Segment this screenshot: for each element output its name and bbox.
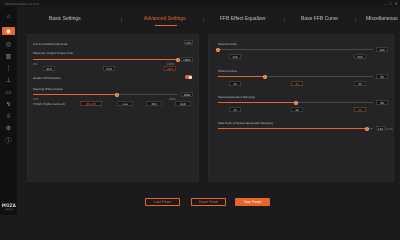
tab-separator [284, 17, 285, 22]
natural-inertia-label: Natural Inertia [218, 42, 237, 46]
speed-damping-start-unit: km/h [386, 127, 393, 131]
left-settings-panel: Force Feedback Reversal OFF Maximum Outp… [27, 34, 199, 182]
speed-damping-preset-30[interactable]: 30 [291, 107, 303, 112]
export-preset-button[interactable]: Export Preset [191, 198, 226, 206]
natural-inertia-max: 500 [354, 54, 366, 59]
max-torque-preset-40[interactable]: 40% [43, 66, 55, 71]
tab-advanced-settings[interactable]: Advanced Settings [144, 16, 186, 22]
wheel-friction-preset-10[interactable]: 10 [229, 81, 241, 86]
speed-damping-start-value[interactable]: 120 [376, 126, 385, 131]
tab-separator [355, 17, 356, 22]
wheel-friction-label: Wheel Friction [218, 69, 238, 73]
inertia-preset-low[interactable]: Low [117, 101, 133, 106]
home-icon[interactable]: ⌂ [4, 13, 13, 21]
app-title: MOZA Pit House 1.2.4.16 [5, 1, 40, 6]
max-torque-value[interactable]: 100% [181, 57, 193, 62]
handbrake-icon[interactable]: ⊥ [4, 76, 13, 84]
natural-inertia-value[interactable]: 100 [376, 47, 388, 52]
speed-damping-start-fill [218, 128, 367, 129]
save-preset-button[interactable]: Save Preset [235, 198, 270, 206]
steering-inertia-slider[interactable] [33, 92, 178, 97]
moza-logo: MOZA [1, 203, 17, 208]
tab-bar: Basic Settings Advanced Settings FFB Eff… [37, 13, 398, 27]
wheel-friction-value[interactable]: 30 [376, 74, 388, 79]
steering-inertia-label: Steering Wheel Inertia [33, 87, 63, 91]
steering-wheel-icon[interactable]: ◎ [4, 40, 13, 48]
stalks-icon[interactable]: ↯ [4, 100, 13, 108]
steering-inertia-knob[interactable] [115, 92, 120, 97]
wheelbase-icon[interactable]: ◉ [2, 27, 15, 35]
profile-inertia-value[interactable]: RS 215 [80, 101, 102, 106]
speed-damping-preset-50[interactable]: 50 [354, 107, 366, 112]
minimize-button[interactable]: – [384, 1, 386, 6]
inertia-preset-high[interactable]: High [175, 101, 191, 106]
maximize-button[interactable]: □ [389, 1, 391, 6]
max-torque-knob[interactable] [176, 57, 180, 62]
speed-damping-label: Speed-dependent Damping [218, 95, 255, 99]
close-button[interactable]: ✕ [395, 1, 398, 6]
inertia-preset-mid[interactable]: Mid [146, 101, 162, 106]
wheel-friction-knob[interactable] [262, 74, 267, 79]
tab-separator [121, 17, 122, 22]
window-controls: – □ ✕ [384, 1, 398, 6]
firmware-icon[interactable]: ⇩ [4, 112, 13, 120]
max-torque-preset-100[interactable]: 100% [164, 66, 176, 71]
settings-icon[interactable]: ⚙ [4, 124, 13, 132]
wheel-friction-fill [218, 76, 265, 77]
speed-damping-start-knob[interactable] [364, 126, 369, 131]
speed-damping-knob[interactable] [293, 100, 298, 105]
title-bar: MOZA Pit House 1.2.4.16 – □ ✕ [0, 0, 400, 7]
steering-inertia-value[interactable]: 2800 [181, 92, 193, 97]
tab-miscellaneous[interactable]: Miscellaneous [366, 16, 398, 22]
shifter-icon[interactable]: ⋮ [4, 64, 13, 72]
steering-inertia-min: 100 [33, 97, 39, 101]
pedals-icon[interactable]: ▥ [4, 52, 13, 60]
natural-inertia-min: 100 [229, 54, 241, 59]
steering-inertia-fill [33, 94, 118, 95]
sidebar: ⌂ ◉ ◎ ▥ ⋮ ⊥ ▭ ↯ ⇩ ⚙ ⓘ MOZA RACING [0, 7, 17, 215]
tab-base-ffb-curve[interactable]: Base FFB Curve [301, 16, 338, 22]
natural-inertia-knob[interactable] [216, 47, 220, 52]
active-tab-indicator [155, 25, 177, 26]
max-torque-min: 0% [33, 62, 38, 66]
max-torque-preset-70[interactable]: 70% [103, 66, 115, 71]
wheel-friction-preset-50[interactable]: 50 [354, 81, 366, 86]
footer-bar: Load Preset Export Preset Save Preset [17, 186, 400, 215]
max-torque-fill [33, 59, 178, 60]
wheel-friction-preset-30[interactable]: 30 [291, 81, 303, 86]
moza-logo-sub: RACING [5, 209, 13, 211]
info-icon[interactable]: ⓘ [4, 136, 13, 145]
ffb-reversal-label: Force Feedback Reversal [33, 42, 68, 46]
speed-damping-start-label: Start Point of Speed-dependent Damping [218, 121, 273, 125]
wheel-friction-slider[interactable] [218, 74, 373, 79]
speed-damping-fill [218, 102, 296, 103]
speed-damping-start-slider[interactable] [218, 126, 373, 131]
tab-ffb-effect-equalizer[interactable]: FFB Effect Equalizer [220, 16, 266, 22]
speed-damping-value[interactable]: 50 [376, 100, 388, 105]
natural-inertia-slider[interactable] [216, 47, 373, 52]
dashboard-icon[interactable]: ▭ [4, 88, 13, 96]
hands-off-label: Hands-Off Protection [33, 76, 61, 80]
speed-damping-slider[interactable] [218, 100, 373, 105]
max-torque-label: Maximum Output Torque Limit [33, 51, 73, 55]
profile-inertia-label: TC/GS Profile Inertia 10 [33, 102, 65, 106]
hands-off-toggle[interactable] [185, 75, 192, 79]
tab-separator [203, 17, 204, 22]
tab-basic-settings[interactable]: Basic Settings [49, 16, 81, 22]
right-settings-panel: Natural Inertia 100 100 500 Wheel Fricti… [208, 34, 394, 182]
ffb-reversal-switch[interactable]: OFF [184, 40, 193, 45]
speed-damping-preset-10[interactable]: 10 [229, 107, 241, 112]
max-torque-slider[interactable] [33, 57, 180, 62]
load-preset-button[interactable]: Load Preset [145, 198, 180, 206]
